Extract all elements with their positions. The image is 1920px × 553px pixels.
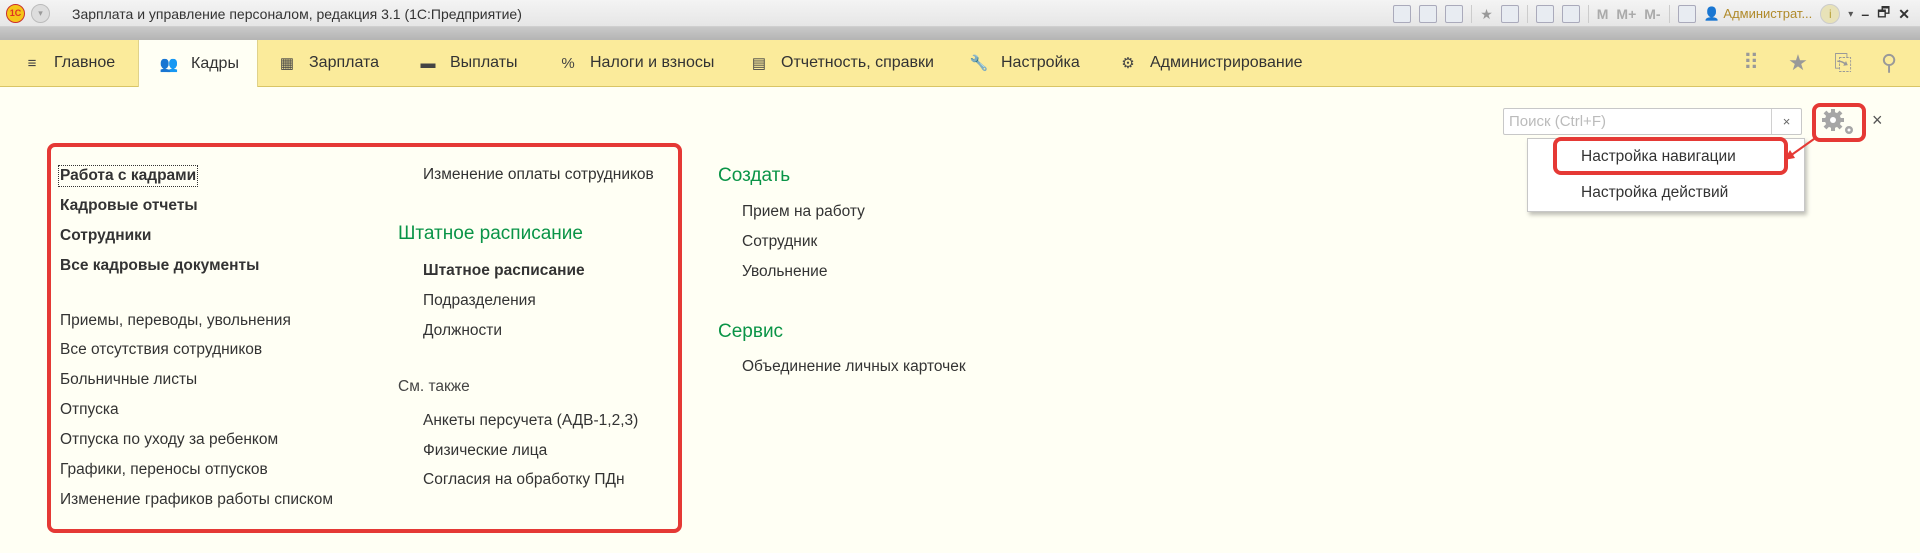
memory-minus-button[interactable]: M- [1644, 6, 1660, 22]
create-item[interactable]: Сотрудник [742, 233, 817, 251]
separator [1471, 5, 1473, 23]
history-icon[interactable]: ⎘ [1830, 50, 1856, 76]
user-button[interactable]: 👤 Администрат... [1704, 6, 1813, 22]
nav-label: Выплаты [450, 54, 518, 71]
link-item[interactable]: Изменение графиков работы списком [60, 491, 333, 509]
nav-hr[interactable]: 👥 Кадры [138, 40, 258, 87]
nav-payments[interactable]: ▬ Выплаты [416, 40, 518, 86]
title-bar: 1С ▾ Зарплата и управление персоналом, р… [0, 0, 1920, 27]
calculator-icon[interactable] [1535, 5, 1554, 23]
link-item[interactable]: Анкеты персучета (АДВ-1,2,3) [423, 412, 638, 430]
link-staffing[interactable]: Штатное расписание [423, 262, 585, 280]
separator [1587, 5, 1589, 23]
gear-icon [1822, 109, 1853, 134]
restore-button[interactable]: 🗗 [1877, 2, 1890, 26]
link-item[interactable]: Приемы, переводы, увольнения [60, 312, 291, 330]
1c-logo-icon[interactable]: 1С [6, 4, 25, 23]
group-heading-create: Создать [718, 165, 791, 186]
favorites-star-icon[interactable]: ★ [1785, 50, 1811, 76]
link-all-hr-docs[interactable]: Все кадровые документы [60, 257, 259, 275]
group-heading-service: Сервис [718, 321, 784, 342]
people-icon: 👥 [159, 55, 179, 73]
info-icon[interactable]: i [1820, 4, 1841, 24]
panels-icon[interactable] [1677, 5, 1696, 23]
link-item[interactable]: Больничные листы [60, 371, 197, 389]
create-item[interactable]: Прием на работу [742, 203, 865, 221]
link-hr-reports[interactable]: Кадровые отчеты [60, 197, 198, 215]
search-icon[interactable]: ⚲ [1876, 50, 1902, 76]
open-windows-strip [0, 27, 1920, 40]
nav-salary[interactable]: ▦ Зарплата [275, 40, 379, 86]
menu-icon: ≡ [27, 54, 37, 72]
nav-main[interactable]: ≡ Главное [20, 40, 116, 86]
user-name: Администрат... [1723, 6, 1813, 21]
wallet-icon: ▬ [420, 54, 436, 72]
link-item[interactable]: Графики, переносы отпусков [60, 461, 268, 479]
clear-search-button[interactable]: × [1771, 109, 1801, 134]
pointer-arrow-icon [1784, 138, 1815, 160]
nav-label: Настройка [1001, 54, 1080, 71]
favorites-add-icon[interactable]: ★ [1480, 6, 1493, 23]
menu-item-actions-settings[interactable]: Настройка действий [1581, 184, 1728, 202]
sections-panel: ≡ Главное 👥 Кадры ▦ Зарплата ▬ Выплаты % Нало… [0, 40, 1920, 87]
nav-label: Налоги и взносы [590, 54, 715, 71]
window-toolbar: ★ M M+ M- 👤 Администрат... i ▾ – 🗗 ✕ [1393, 3, 1910, 25]
percent-icon: % [561, 54, 575, 72]
nav-reports[interactable]: ▤ Отчетность, справки [747, 40, 934, 86]
highlight-frame [1553, 137, 1788, 175]
nav-label: Администрирование [1150, 54, 1303, 71]
nav-label: Кадры [191, 54, 239, 72]
wrench-icon: 🔧 [969, 55, 989, 72]
nav-taxes[interactable]: % Налоги и взносы [556, 40, 714, 86]
save-icon[interactable] [1393, 5, 1412, 23]
nav-label: Отчетность, справки [781, 54, 934, 71]
create-item[interactable]: Увольнение [742, 263, 827, 281]
calendar-icon[interactable] [1561, 5, 1580, 23]
link-pay-change[interactable]: Изменение оплаты сотрудников [423, 166, 654, 184]
link-item[interactable]: Отпуска [60, 401, 119, 419]
documents-icon: ▤ [751, 55, 767, 72]
separator [1526, 5, 1528, 23]
window-title: Зарплата и управление персоналом, редакц… [72, 6, 522, 22]
nav-label: Зарплата [309, 54, 380, 71]
main-menu-button[interactable]: ▾ [31, 4, 50, 23]
link-employees[interactable]: Сотрудники [60, 227, 151, 245]
nav-admin[interactable]: ⚙ Администрирование [1116, 40, 1303, 86]
nav-label: Главное [54, 54, 116, 71]
chevron-down-icon[interactable]: ▾ [1848, 9, 1853, 20]
service-item[interactable]: Объединение личных карточек [742, 358, 966, 376]
see-also-heading: См. также [398, 378, 470, 395]
nav-settings[interactable]: 🔧 Настройка [967, 40, 1080, 86]
gear-icon: ⚙ [1121, 55, 1135, 72]
memory-m-button[interactable]: M [1597, 6, 1609, 22]
group-heading-staffing: Штатное расписание [398, 223, 583, 244]
favorites-icon[interactable] [1500, 5, 1519, 23]
memory-plus-button[interactable]: M+ [1616, 6, 1636, 22]
link-positions[interactable]: Должности [423, 322, 502, 340]
link-hr-work[interactable]: Работа с кадрами [57, 165, 199, 187]
all-functions-icon[interactable]: ⠿ [1738, 50, 1764, 76]
search-input[interactable] [1504, 109, 1769, 134]
separator [1668, 5, 1670, 23]
link-item[interactable]: Согласия на обработку ПДн [423, 471, 625, 489]
close-icon[interactable]: × [1872, 110, 1883, 131]
minimize-button[interactable]: – [1861, 6, 1869, 22]
search-field: × [1503, 108, 1802, 135]
settings-gear-button[interactable] [1812, 103, 1866, 142]
close-window-button[interactable]: ✕ [1898, 6, 1910, 23]
link-item[interactable]: Отпуска по уходу за ребенком [60, 431, 278, 449]
print-icon[interactable] [1419, 5, 1438, 23]
preview-icon[interactable] [1445, 5, 1464, 23]
calculator-icon: ▦ [279, 55, 295, 72]
link-item[interactable]: Все отсутствия сотрудников [60, 341, 262, 359]
link-item[interactable]: Физические лица [423, 442, 547, 460]
link-departments[interactable]: Подразделения [423, 292, 536, 310]
